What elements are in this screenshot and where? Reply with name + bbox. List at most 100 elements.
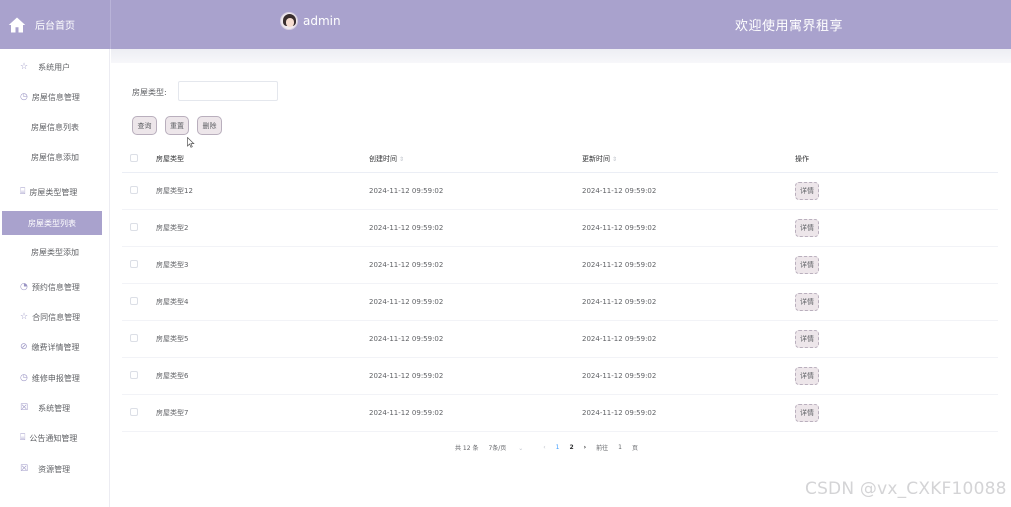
watermark: CSDN @vx_CXKF10088 (805, 479, 1007, 499)
trash-icon: ⌸ (20, 186, 26, 197)
detail-button[interactable]: 详情 (795, 218, 819, 237)
row-checkbox[interactable] (130, 185, 138, 194)
select-all-cell[interactable] (122, 147, 156, 173)
sidebar-item-label: 系统用户 (38, 62, 71, 72)
prev-page-button[interactable]: ‹ (543, 444, 545, 451)
sidebar-item-label: 资源管理 (38, 464, 71, 474)
home-icon (8, 17, 26, 32)
sidebar-item-booking[interactable]: ◔ 预约信息管理 (0, 275, 110, 299)
pagination-total: 共 12 条 (455, 445, 479, 452)
row-checkbox[interactable] (130, 370, 138, 379)
cell-created: 2024-11-12 09:59:02 (369, 320, 582, 358)
table-row: 房屋类型3 2024-11-12 09:59:02 2024-11-12 09:… (122, 246, 998, 284)
sidebar-item-house-info[interactable]: ◷ 房屋信息管理 (0, 85, 110, 109)
row-checkbox[interactable] (130, 407, 138, 416)
sort-icon[interactable]: ⇕ (399, 156, 404, 163)
clock-icon: ◷ (20, 91, 28, 102)
row-checkbox[interactable] (130, 296, 138, 305)
sidebar-item-resource[interactable]: ☒ 资源管理 (0, 457, 110, 481)
username: admin (303, 14, 341, 28)
detail-button[interactable]: 详情 (795, 292, 819, 311)
detail-button[interactable]: 详情 (795, 329, 819, 348)
cell-created: 2024-11-12 09:59:02 (369, 246, 582, 284)
detail-button[interactable]: 详情 (795, 366, 819, 385)
sort-icon[interactable]: ⇕ (612, 156, 617, 163)
column-header-actions: 操作 (795, 147, 998, 173)
content-top-band (111, 49, 1011, 63)
sidebar-item-contract[interactable]: ☆ 合同信息管理 (0, 305, 110, 329)
home-label: 后台首页 (35, 21, 75, 32)
detail-button[interactable]: 详情 (795, 181, 819, 200)
sidebar-item-repair[interactable]: ◷ 维修申报管理 (0, 366, 110, 390)
sidebar-item-label: 房屋类型列表 (28, 218, 76, 228)
sidebar-item-house-type-add[interactable]: 房屋类型添加 (0, 240, 110, 264)
detail-button[interactable]: 详情 (795, 255, 819, 274)
sidebar-item-house-info-list[interactable]: 房屋信息列表 (0, 115, 110, 139)
next-page-button[interactable]: › (584, 444, 586, 451)
cell-type: 房屋类型4 (156, 283, 369, 321)
table-row: 房屋类型6 2024-11-12 09:59:02 2024-11-12 09:… (122, 357, 998, 395)
table-row: 房屋类型7 2024-11-12 09:59:02 2024-11-12 09:… (122, 394, 998, 432)
sidebar-item-payment[interactable]: ⊘ 缴费详情管理 (0, 335, 110, 359)
row-checkbox[interactable] (130, 259, 138, 268)
cell-updated: 2024-11-12 09:59:02 (582, 320, 795, 358)
sidebar-item-system[interactable]: ☒ 系统管理 (0, 396, 110, 420)
column-header-created[interactable]: 创建时间 ⇕ (369, 147, 582, 173)
sidebar-item-notice[interactable]: ⌸ 公告通知管理 (0, 426, 110, 450)
cell-type: 房屋类型2 (156, 209, 369, 247)
page-2-button[interactable]: 2 (569, 444, 573, 451)
sidebar-item-label: 房屋信息管理 (31, 92, 80, 102)
cell-updated: 2024-11-12 09:59:02 (582, 209, 795, 247)
cell-created: 2024-11-12 09:59:02 (369, 357, 582, 395)
sidebar-item-label: 房屋信息列表 (31, 122, 79, 132)
cell-type: 房屋类型12 (156, 172, 369, 210)
cell-type: 房屋类型7 (156, 394, 369, 432)
row-checkbox[interactable] (130, 222, 138, 231)
user-info[interactable]: admin (280, 12, 341, 30)
sidebar-item-house-type-list[interactable]: 房屋类型列表 (2, 211, 102, 235)
cell-updated: 2024-11-12 09:59:02 (582, 283, 795, 321)
sidebar-item-label: 房屋信息添加 (31, 152, 79, 162)
chevron-down-icon: ⌄ (518, 445, 524, 452)
row-checkbox[interactable] (130, 333, 138, 342)
goto-page-input[interactable]: 1 (618, 444, 622, 451)
page-size-select[interactable]: 7条/页 ⌄ (488, 443, 533, 452)
delete-button[interactable]: 删除 (197, 116, 222, 135)
compass-icon: ⊘ (20, 341, 28, 352)
sidebar-item-house-info-add[interactable]: 房屋信息添加 (0, 145, 110, 169)
cell-updated: 2024-11-12 09:59:02 (582, 394, 795, 432)
cell-updated: 2024-11-12 09:59:02 (582, 172, 795, 210)
avatar[interactable] (280, 12, 298, 30)
column-header-updated[interactable]: 更新时间 ⇕ (582, 147, 795, 173)
site-title: 欢迎使用寓界租享 (735, 19, 844, 34)
cell-updated: 2024-11-12 09:59:02 (582, 357, 795, 395)
sidebar-item-label: 房屋类型添加 (31, 247, 79, 257)
goto-label: 前往 (596, 445, 609, 452)
mail-icon: ☒ (20, 402, 29, 413)
table-header-row: 房屋类型 创建时间 ⇕ 更新时间 ⇕ 操作 (122, 147, 998, 173)
sidebar-item-system-users[interactable]: ☆ 系统用户 (0, 55, 110, 79)
table-row: 房屋类型2 2024-11-12 09:59:02 2024-11-12 09:… (122, 209, 998, 247)
sidebar-item-label: 系统管理 (38, 403, 71, 413)
cell-type: 房屋类型6 (156, 357, 369, 395)
table-row: 房屋类型5 2024-11-12 09:59:02 2024-11-12 09:… (122, 320, 998, 358)
star-icon: ☆ (20, 311, 29, 322)
sidebar-item-house-type[interactable]: ⌸ 房屋类型管理 (0, 180, 110, 204)
page-1-button[interactable]: 1 (556, 444, 560, 451)
table-row: 房屋类型4 2024-11-12 09:59:02 2024-11-12 09:… (122, 283, 998, 321)
pagination: 共 12 条 7条/页 ⌄ ‹ 1 2 › 前往 1 页 (455, 443, 648, 452)
reset-button[interactable]: 重置 (165, 116, 189, 135)
time-icon: ◔ (20, 281, 28, 292)
house-type-search-input[interactable] (178, 81, 278, 101)
sidebar-item-label: 公告通知管理 (29, 433, 78, 443)
detail-button[interactable]: 详情 (795, 403, 819, 422)
trash-icon: ⌸ (20, 432, 26, 443)
clock-icon: ◷ (20, 372, 28, 383)
header-divider (110, 0, 111, 49)
sidebar-item-label: 预约信息管理 (31, 282, 80, 292)
select-all-checkbox[interactable] (130, 154, 138, 163)
home-link[interactable]: 后台首页 (0, 0, 110, 49)
cell-type: 房屋类型5 (156, 320, 369, 358)
query-button[interactable]: 查询 (132, 116, 157, 135)
sidebar-item-label: 房屋类型管理 (29, 187, 78, 197)
